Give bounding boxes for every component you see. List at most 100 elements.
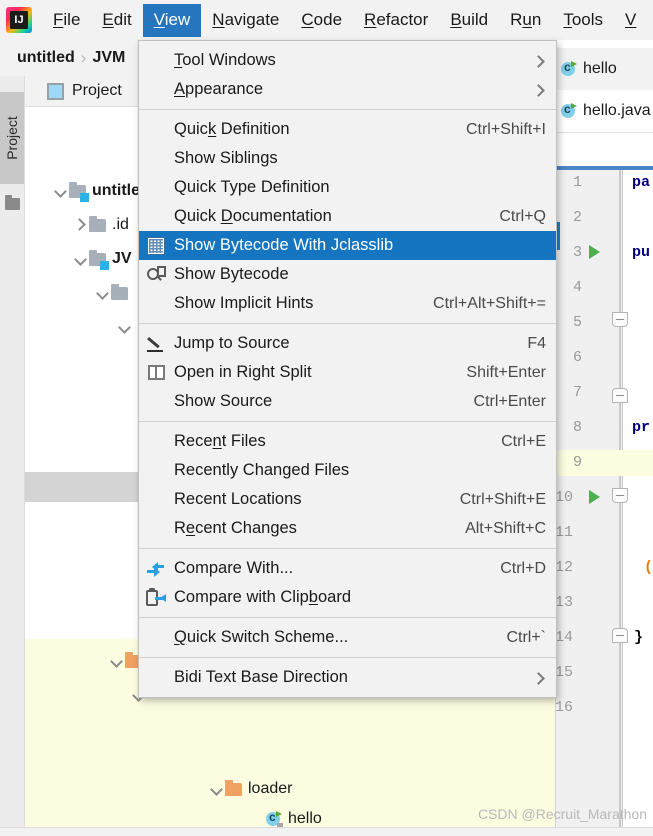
menubar-item-refactor[interactable]: Refactor — [353, 4, 439, 37]
code-fold-open-icon[interactable] — [612, 312, 628, 327]
menu-item-appearance[interactable]: Appearance — [139, 75, 556, 104]
menubar-item-build[interactable]: Build — [439, 4, 499, 37]
menu-item-label: Jump to Source — [174, 334, 290, 352]
line-number: 2 — [572, 209, 582, 226]
menu-item-icon — [143, 334, 169, 354]
menu-item-shortcut: F4 — [527, 334, 546, 352]
line-number: 13 — [556, 594, 573, 611]
menu-item-compare-with-clipboard[interactable]: Compare with Clipboard — [139, 583, 556, 612]
java-class-icon — [560, 102, 578, 120]
chevron-down-icon[interactable] — [73, 251, 89, 267]
menu-separator — [139, 421, 556, 422]
menu-item-label: Show Siblings — [174, 149, 278, 167]
split-editor-icon — [147, 365, 165, 380]
menu-item-icon — [143, 587, 169, 608]
menu-item-show-bytecode[interactable]: Show Bytecode — [139, 260, 556, 289]
tool-strip-tab-project[interactable]: Project — [0, 92, 24, 184]
line-number: 7 — [572, 384, 582, 401]
chevron-down-icon[interactable] — [53, 183, 69, 199]
line-number: 8 — [572, 419, 582, 436]
menu-item-icon-placeholder — [143, 294, 169, 314]
menu-item-show-implicit-hints[interactable]: Show Implicit Hints Ctrl+Alt+Shift+= — [139, 289, 556, 318]
menu-item-bidi-text-base-direction[interactable]: Bidi Text Base Direction — [139, 663, 556, 692]
chevron-down-icon[interactable] — [109, 653, 125, 669]
code-token: } — [634, 629, 644, 646]
menu-item-icon-placeholder — [143, 432, 169, 452]
menu-item-quick-definition[interactable]: Quick Definition Ctrl+Shift+I — [139, 115, 556, 144]
menu-item-quick-type-definition[interactable]: Quick Type Definition — [139, 173, 556, 202]
menu-item-show-source[interactable]: Show Source Ctrl+Enter — [139, 387, 556, 416]
code-fold-open-icon[interactable] — [612, 488, 628, 503]
line-number: 4 — [572, 279, 582, 296]
menu-item-label: Recent Locations — [174, 490, 302, 508]
menubar-item-navigate[interactable]: Navigate — [201, 4, 290, 37]
code-fold-close-icon[interactable] — [612, 628, 628, 643]
menu-item-icon — [143, 363, 169, 383]
folder-icon — [111, 283, 128, 300]
line-number: 6 — [572, 349, 582, 366]
menu-item-icon-placeholder — [143, 178, 169, 198]
chevron-down-icon[interactable] — [117, 319, 133, 335]
code-fold-close-icon[interactable] — [612, 388, 628, 403]
line-number: 11 — [556, 524, 573, 541]
menu-item-label: Recent Changes — [174, 519, 297, 537]
menu-item-label: Show Bytecode With Jclasslib — [174, 236, 394, 254]
package-folder-icon — [225, 779, 242, 796]
menu-item-compare-with[interactable]: Compare With... Ctrl+D — [139, 554, 556, 583]
menubar-item-run[interactable]: Run — [499, 4, 552, 37]
menu-item-shortcut: Ctrl+E — [501, 432, 546, 450]
menu-item-shortcut: Ctrl+Enter — [473, 392, 546, 410]
menu-item-jump-to-source[interactable]: Jump to Source F4 — [139, 329, 556, 358]
menu-separator — [139, 323, 556, 324]
menu-item-tool-windows[interactable]: Tool Windows — [139, 46, 556, 75]
menubar-item-vcs[interactable]: V — [614, 4, 647, 37]
submenu-chevron-icon — [532, 671, 546, 685]
run-gutter-icon[interactable] — [589, 245, 600, 259]
menu-separator — [139, 657, 556, 658]
menu-item-recently-changed-files[interactable]: Recently Changed Files — [139, 456, 556, 485]
menu-item-show-bytecode-with-jclasslib[interactable]: Show Bytecode With Jclasslib — [139, 231, 556, 260]
line-number: 3 — [572, 244, 582, 261]
bytecode-icon — [146, 265, 166, 284]
breadcrumb-item-0[interactable]: untitled — [14, 49, 78, 67]
menubar-item-code[interactable]: Code — [290, 4, 353, 37]
menu-item-quick-switch-scheme[interactable]: Quick Switch Scheme... Ctrl+` — [139, 623, 556, 652]
tree-item-label: JV — [112, 250, 132, 267]
menu-item-shortcut: Ctrl+Q — [499, 207, 546, 225]
menubar-item-edit[interactable]: Edit — [91, 4, 142, 37]
menu-item-label: Show Source — [174, 392, 273, 410]
menu-item-shortcut: Ctrl+Shift+E — [459, 490, 546, 508]
menu-item-icon-placeholder — [143, 207, 169, 227]
chevron-down-icon[interactable] — [209, 781, 225, 797]
menubar-item-tools[interactable]: Tools — [552, 4, 614, 37]
status-bar — [0, 827, 653, 836]
tree-row-hello[interactable]: hello — [25, 804, 555, 827]
editor-tab-hello[interactable]: hello — [556, 48, 653, 91]
structure-folder-icon[interactable] — [5, 195, 20, 210]
chevron-right-icon[interactable] — [73, 217, 89, 233]
editor-code-surface[interactable] — [623, 170, 653, 836]
java-class-icon — [560, 60, 578, 78]
menu-item-recent-files[interactable]: Recent Files Ctrl+E — [139, 427, 556, 456]
menu-item-open-in-right-split[interactable]: Open in Right Split Shift+Enter — [139, 358, 556, 387]
main-menu-bar: IJ File Edit View Navigate Code Refactor… — [0, 0, 653, 41]
menu-item-quick-documentation[interactable]: Quick Documentation Ctrl+Q — [139, 202, 556, 231]
breadcrumb-item-1[interactable]: JVM — [89, 49, 128, 67]
compare-icon — [146, 561, 166, 577]
tree-row-loader[interactable]: loader — [25, 774, 555, 804]
intellij-logo-text: IJ — [10, 11, 28, 29]
menu-item-recent-changes[interactable]: Recent Changes Alt+Shift+C — [139, 514, 556, 543]
menu-item-show-siblings[interactable]: Show Siblings — [139, 144, 556, 173]
menu-item-label: Quick Type Definition — [174, 178, 330, 196]
project-panel-title: Project — [72, 82, 122, 99]
menubar-item-file[interactable]: File — [42, 4, 91, 37]
run-gutter-icon[interactable] — [589, 490, 600, 504]
menubar-item-view[interactable]: View — [142, 3, 202, 37]
jclasslib-icon — [147, 236, 165, 255]
module-folder-icon — [89, 249, 109, 270]
chevron-down-icon[interactable] — [95, 285, 111, 301]
menu-item-icon — [143, 559, 169, 579]
editor-tab-hello-java[interactable]: hello.java — [556, 90, 653, 133]
line-number: 15 — [556, 664, 573, 681]
menu-item-recent-locations[interactable]: Recent Locations Ctrl+Shift+E — [139, 485, 556, 514]
